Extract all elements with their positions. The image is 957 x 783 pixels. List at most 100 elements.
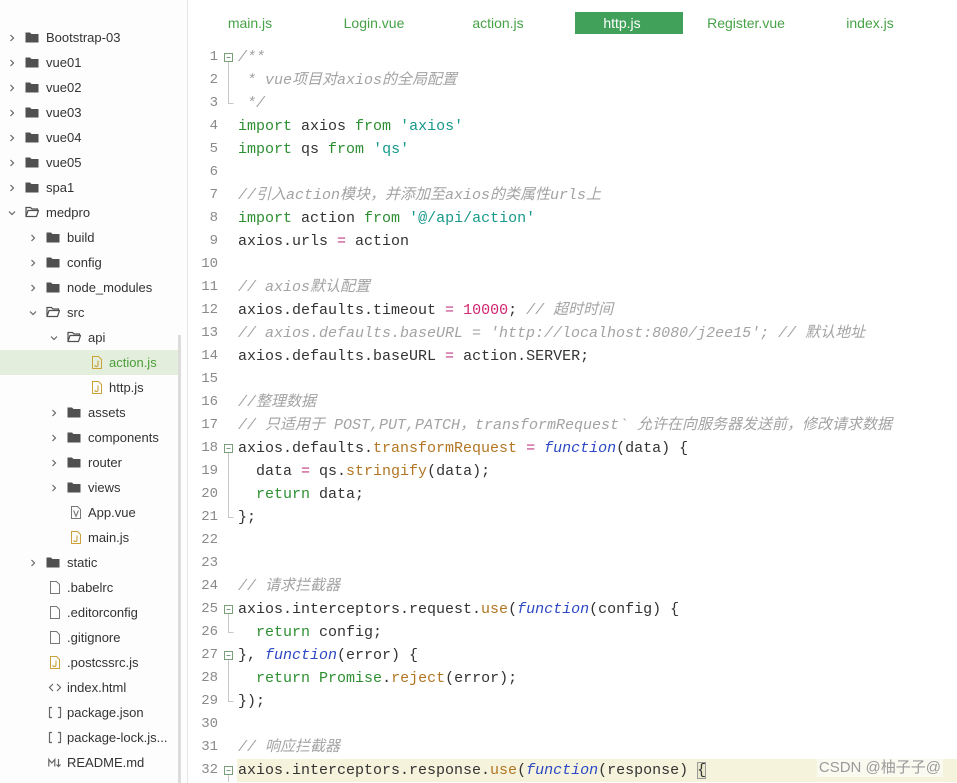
code-line[interactable]: 18 axios.defaults.transformRequest = func… <box>188 437 957 460</box>
fold-toggle-icon[interactable] <box>222 598 236 621</box>
chevron-right-icon[interactable] <box>29 284 37 292</box>
code-line[interactable]: 24 // 请求拦截器 <box>188 575 957 598</box>
code-line[interactable]: 19 data = qs.stringify(data); <box>188 460 957 483</box>
code-line[interactable]: 16 //整理数据 <box>188 391 957 414</box>
tree-item-bootstrap-03[interactable]: Bootstrap-03 <box>0 25 180 50</box>
tree-item-main-js[interactable]: main.js <box>0 525 180 550</box>
tree-item-http-js[interactable]: http.js <box>0 375 180 400</box>
tree-item-vue01[interactable]: vue01 <box>0 50 180 75</box>
code-line[interactable]: 8 import action from '@/api/action' <box>188 207 957 230</box>
code-line[interactable]: 6 <box>188 161 957 184</box>
code-line[interactable]: 10 <box>188 253 957 276</box>
tree-item-vue03[interactable]: vue03 <box>0 100 180 125</box>
fold-toggle-icon[interactable] <box>222 644 236 667</box>
chevron-right-icon[interactable] <box>50 409 58 417</box>
chevron-right-icon[interactable] <box>29 234 37 242</box>
code-line[interactable]: 30 <box>188 713 957 736</box>
code-line[interactable]: 17 // 只适用于 POST,PUT,PATCH，transformReques… <box>188 414 957 437</box>
fold-toggle-icon[interactable] <box>222 46 236 69</box>
tree-item-vue02[interactable]: vue02 <box>0 75 180 100</box>
tree-item-readme-md[interactable]: README.md <box>0 750 180 775</box>
code-line[interactable]: 9 axios.urls = action <box>188 230 957 253</box>
code-token: qs <box>292 141 329 158</box>
code-line[interactable]: 12 axios.defaults.timeout = 10000; // 超时时… <box>188 299 957 322</box>
tree-item-label: api <box>88 330 106 345</box>
code-text: return config; <box>237 621 957 644</box>
tree-item-babelrc[interactable]: .babelrc <box>0 575 180 600</box>
code-line[interactable]: 27}, function(error) { <box>188 644 957 667</box>
chevron-right-icon[interactable] <box>8 84 16 92</box>
tree-item-api[interactable]: api <box>0 325 180 350</box>
tree-item-views[interactable]: views <box>0 475 180 500</box>
fold-toggle-icon[interactable] <box>222 437 236 460</box>
code-line[interactable]: 25 axios.interceptors.request.use(functio… <box>188 598 957 621</box>
code-line[interactable]: 21}; <box>188 506 957 529</box>
code-line[interactable]: 15 <box>188 368 957 391</box>
tree-item-vue05[interactable]: vue05 <box>0 150 180 175</box>
tree-item-gitignore[interactable]: .gitignore <box>0 625 180 650</box>
tree-item-package-json[interactable]: package.json <box>0 700 180 725</box>
tree-item-static[interactable]: static <box>0 550 180 575</box>
chevron-right-icon[interactable] <box>29 259 37 267</box>
code-text: import qs from 'qs' <box>237 138 957 161</box>
code-line[interactable]: 3 */ <box>188 92 957 115</box>
chevron-right-icon[interactable] <box>50 434 58 442</box>
tree-item-spa1[interactable]: spa1 <box>0 175 180 200</box>
code-line[interactable]: 11 // axios默认配置 <box>188 276 957 299</box>
chevron-right-icon[interactable] <box>8 134 16 142</box>
tree-item-build[interactable]: build <box>0 225 180 250</box>
tab-login-vue[interactable]: Login.vue <box>312 12 436 34</box>
code-line[interactable]: 7 //引入action模块，并添加至axios的类属性urls上 <box>188 184 957 207</box>
chevron-down-icon[interactable] <box>29 309 37 317</box>
code-line[interactable]: 20 return data; <box>188 483 957 506</box>
code-editor[interactable]: 1/** 2 * vue项目对axios的全局配置 3 */4 import axio… <box>188 46 957 783</box>
tree-item-components[interactable]: components <box>0 425 180 450</box>
code-line[interactable]: 23 <box>188 552 957 575</box>
sidebar-scrollbar[interactable] <box>178 335 181 783</box>
tree-item-medpro[interactable]: medpro <box>0 200 180 225</box>
tab-http-js[interactable]: http.js <box>560 12 684 34</box>
chevron-down-icon[interactable] <box>8 209 16 217</box>
code-line[interactable]: 26 return config; <box>188 621 957 644</box>
chevron-down-icon[interactable] <box>50 334 58 342</box>
tree-item-config[interactable]: config <box>0 250 180 275</box>
chevron-right-icon[interactable] <box>50 484 58 492</box>
code-line[interactable]: 14 axios.defaults.baseURL = action.SERVER… <box>188 345 957 368</box>
tree-item-node-modules[interactable]: node_modules <box>0 275 180 300</box>
fold-toggle-icon[interactable] <box>222 759 236 782</box>
code-text: * vue项目对axios的全局配置 <box>237 69 957 92</box>
code-line[interactable]: 5 import qs from 'qs' <box>188 138 957 161</box>
code-line[interactable]: 29}); <box>188 690 957 713</box>
tab-register-vue[interactable]: Register.vue <box>684 12 808 34</box>
chevron-right-icon[interactable] <box>8 184 16 192</box>
tree-item-package-lock-js[interactable]: package-lock.js... <box>0 725 180 750</box>
chevron-right-icon[interactable] <box>8 109 16 117</box>
tree-item-router[interactable]: router <box>0 450 180 475</box>
code-line[interactable]: 1 /** <box>188 46 957 69</box>
tree-item-editorconfig[interactable]: .editorconfig <box>0 600 180 625</box>
code-line[interactable]: 22 <box>188 529 957 552</box>
tree-item-vue04[interactable]: vue04 <box>0 125 180 150</box>
code-line[interactable]: 31 // 响应拦截器 <box>188 736 957 759</box>
chevron-right-icon[interactable] <box>29 559 37 567</box>
code-line[interactable]: 2 * vue项目对axios的全局配置 <box>188 69 957 92</box>
chevron-right-icon[interactable] <box>8 34 16 42</box>
tree-item-postcssrc-js[interactable]: .postcssrc.js <box>0 650 180 675</box>
code-line[interactable]: 4 import axios from 'axios' <box>188 115 957 138</box>
json-file-icon <box>48 731 62 744</box>
code-line[interactable]: 13 // axios.defaults.baseURL = 'http://lo… <box>188 322 957 345</box>
tree-item-action-js[interactable]: action.js <box>0 350 180 375</box>
tree-item-assets[interactable]: assets <box>0 400 180 425</box>
tree-item-app-vue[interactable]: App.vue <box>0 500 180 525</box>
chevron-right-icon[interactable] <box>8 159 16 167</box>
code-line[interactable]: 28 return Promise.reject(error); <box>188 667 957 690</box>
line-number: 2 <box>209 72 218 88</box>
tab-index-js[interactable]: index.js <box>808 12 932 34</box>
tree-item-src[interactable]: src <box>0 300 180 325</box>
chevron-right-icon[interactable] <box>50 459 58 467</box>
tab-action-js[interactable]: action.js <box>436 12 560 34</box>
tree-item-index-html[interactable]: index.html <box>0 675 180 700</box>
tab-main-js[interactable]: main.js <box>188 12 312 34</box>
chevron-right-icon[interactable] <box>8 59 16 67</box>
folder-icon <box>46 256 60 269</box>
